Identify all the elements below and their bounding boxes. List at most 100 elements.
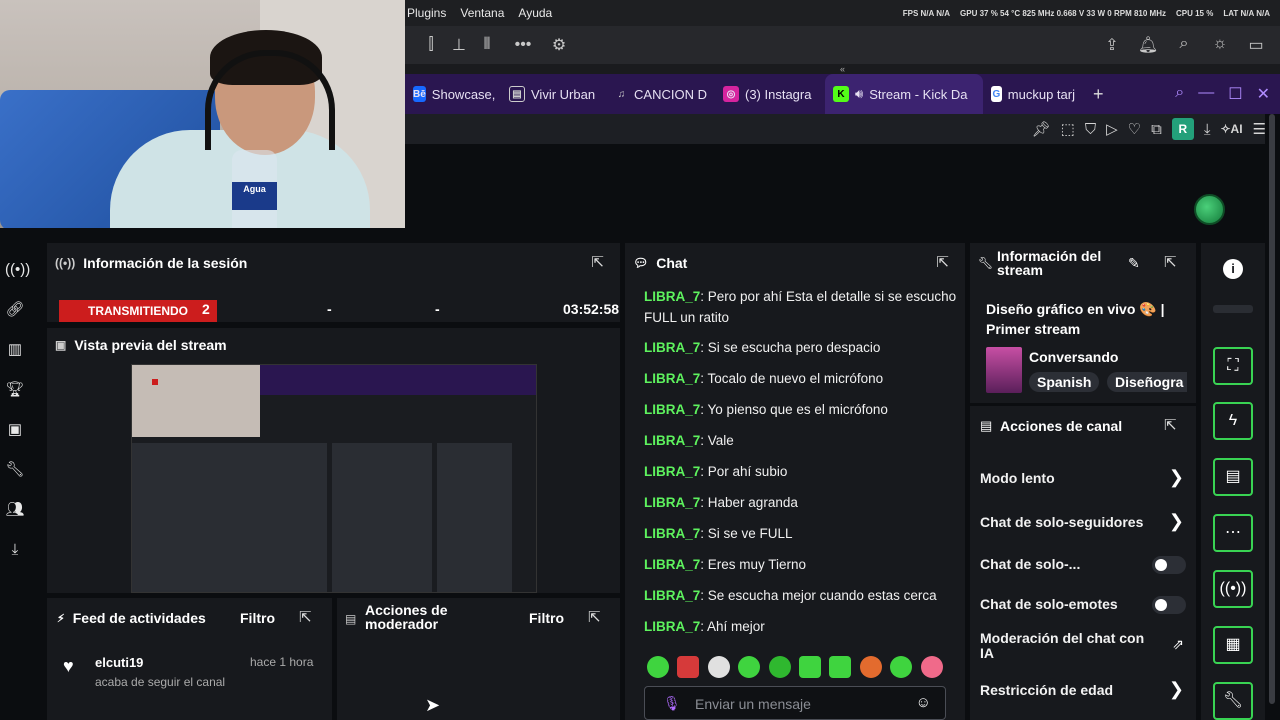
collapse-strip[interactable]: « bbox=[405, 64, 1280, 74]
chat-input[interactable]: 🎙︎ Enviar un mensaje ☺ bbox=[644, 686, 946, 720]
search-icon[interactable]: ⌕ bbox=[1170, 35, 1198, 55]
chevron-right-icon[interactable]: ❯ bbox=[1169, 467, 1184, 488]
more-icon[interactable]: ••• bbox=[509, 36, 537, 54]
popout-icon[interactable]: ⇱ bbox=[588, 608, 601, 626]
link-icon[interactable]: 🔗︎ bbox=[5, 300, 25, 320]
chat-username[interactable]: LIBRA_7 bbox=[644, 289, 700, 304]
emote-icon[interactable] bbox=[769, 656, 791, 678]
play-icon[interactable]: ▷ bbox=[1106, 120, 1118, 138]
action-age-restriction[interactable]: Restricción de edad bbox=[980, 682, 1186, 698]
chat-username[interactable]: LIBRA_7 bbox=[644, 402, 700, 417]
emote-icon[interactable] bbox=[890, 656, 912, 678]
action-followers-only[interactable]: Chat de solo-seguidores bbox=[980, 514, 1186, 530]
popout-icon[interactable]: ⇱ bbox=[299, 608, 312, 626]
users-icon[interactable]: 👥︎ bbox=[5, 500, 25, 520]
emote-icon[interactable] bbox=[738, 656, 760, 678]
chevron-right-icon[interactable]: ❯ bbox=[1169, 511, 1184, 532]
chat-username[interactable]: LIBRA_7 bbox=[644, 619, 700, 634]
category-thumbnail[interactable] bbox=[986, 347, 1022, 393]
download-icon[interactable]: ⤓ bbox=[1204, 121, 1211, 138]
pin-icon[interactable]: 📌︎ bbox=[1032, 120, 1051, 138]
category-name[interactable]: Conversando bbox=[1029, 349, 1118, 365]
window-icon[interactable]: ▭ bbox=[1242, 35, 1270, 55]
wrench-icon[interactable]: 🔧︎ bbox=[1213, 682, 1253, 720]
chat-username[interactable]: LIBRA_7 bbox=[644, 433, 700, 448]
broadcast-icon[interactable]: ((•)) bbox=[1213, 570, 1253, 608]
info-icon[interactable]: i bbox=[1223, 259, 1243, 279]
profile-badge[interactable]: R bbox=[1171, 118, 1194, 140]
puzzle-icon[interactable]: ⧉ bbox=[1151, 121, 1162, 138]
ai-button[interactable]: ✧AI bbox=[1220, 122, 1242, 136]
tab-vivir-urban[interactable]: ▤ Vivir Urban bbox=[501, 74, 607, 114]
emote-icon[interactable] bbox=[799, 656, 821, 678]
film-icon[interactable]: ▦ bbox=[1213, 626, 1253, 664]
tab-google[interactable]: G muckup tarj bbox=[983, 74, 1083, 114]
distribute-icon[interactable]: ⫴ bbox=[473, 36, 501, 54]
download-icon[interactable]: ⤓ bbox=[5, 540, 25, 560]
microphone-icon[interactable]: 🎙︎ bbox=[663, 695, 681, 712]
emote-icon[interactable] bbox=[829, 656, 851, 678]
emote-icon[interactable] bbox=[860, 656, 882, 678]
emote-icon[interactable] bbox=[921, 656, 943, 678]
tab-instagram[interactable]: ◎ (3) Instagra bbox=[715, 74, 825, 114]
filter-button[interactable]: Filtro bbox=[240, 610, 275, 626]
preview-video[interactable] bbox=[131, 364, 537, 593]
tag-chip[interactable]: Diseñogra bbox=[1107, 372, 1187, 392]
gear-icon[interactable]: ⚙ bbox=[545, 35, 573, 55]
subs-only-toggle[interactable] bbox=[1152, 556, 1186, 574]
page-scrollbar[interactable] bbox=[1265, 114, 1280, 720]
menu-plugins[interactable]: Plugins bbox=[407, 6, 446, 20]
new-tab-icon[interactable]: + bbox=[1093, 84, 1104, 105]
chat-username[interactable]: LIBRA_7 bbox=[644, 340, 700, 355]
chat-username[interactable]: LIBRA_7 bbox=[644, 464, 700, 479]
scrollbar-thumb[interactable] bbox=[1269, 114, 1275, 704]
bolt-icon[interactable]: ϟ bbox=[1213, 402, 1253, 440]
tab-cancion[interactable]: ♫ CANCION D bbox=[607, 74, 715, 114]
chat-username[interactable]: LIBRA_7 bbox=[644, 557, 700, 572]
screenshot-icon[interactable]: ⬚ bbox=[1061, 120, 1075, 138]
menu-ayuda[interactable]: Ayuda bbox=[518, 6, 552, 20]
popout-icon[interactable]: ⇱ bbox=[1164, 253, 1177, 271]
chat-username[interactable]: LIBRA_7 bbox=[644, 588, 700, 603]
tab-kick-stream[interactable]: K 🔊︎ Stream - Kick Da bbox=[825, 74, 983, 114]
share-icon[interactable]: ⇪ bbox=[1098, 35, 1126, 55]
shield-icon[interactable]: ⛉ bbox=[1085, 121, 1096, 138]
action-ai-moderation[interactable]: Moderación del chat con IA bbox=[980, 631, 1160, 661]
bell-icon[interactable]: 🔔︎ bbox=[1134, 35, 1162, 55]
wrench-icon[interactable]: 🔧︎ bbox=[5, 460, 25, 480]
filter-button[interactable]: Filtro bbox=[529, 610, 564, 626]
broadcast-icon[interactable]: ((•)) bbox=[5, 260, 30, 280]
bulb-icon[interactable]: ☼ bbox=[1206, 35, 1234, 55]
emoji-icon[interactable]: ☺ bbox=[916, 694, 931, 711]
emote-icon[interactable] bbox=[677, 656, 699, 678]
avatar[interactable] bbox=[1194, 194, 1225, 225]
popout-icon[interactable]: ⇱ bbox=[936, 253, 949, 271]
minimize-icon[interactable]: — bbox=[1198, 84, 1214, 104]
chat-bubble-icon[interactable]: ⋯ bbox=[1213, 514, 1253, 552]
maximize-icon[interactable]: ☐ bbox=[1228, 84, 1242, 104]
close-icon[interactable]: ✕ bbox=[1257, 84, 1270, 104]
heart-icon[interactable]: ♡ bbox=[1128, 120, 1141, 138]
clip-icon[interactable]: ⛶ bbox=[1213, 347, 1253, 385]
video-icon[interactable]: ▣ bbox=[5, 420, 25, 440]
menu-ventana[interactable]: Ventana bbox=[460, 6, 504, 20]
align-bottom-icon[interactable]: ⊥ bbox=[445, 35, 473, 55]
popout-icon[interactable]: ⇱ bbox=[591, 253, 604, 271]
emote-icon[interactable] bbox=[708, 656, 730, 678]
menu-icon[interactable]: ☰ bbox=[1253, 120, 1266, 138]
action-slow-mode[interactable]: Modo lento bbox=[980, 470, 1186, 486]
chat-username[interactable]: LIBRA_7 bbox=[644, 526, 700, 541]
popout-icon[interactable]: ⇱ bbox=[1164, 416, 1177, 434]
tab-behance[interactable]: Bē Showcase, bbox=[405, 74, 501, 114]
search-tabs-icon[interactable]: ⌕ bbox=[1175, 84, 1184, 104]
emotes-only-toggle[interactable] bbox=[1152, 596, 1186, 614]
chart-icon[interactable]: ▥ bbox=[5, 340, 25, 360]
feed-user[interactable]: elcuti19 bbox=[95, 655, 143, 670]
chat-username[interactable]: LIBRA_7 bbox=[644, 371, 700, 386]
emote-icon[interactable] bbox=[647, 656, 669, 678]
external-link-icon[interactable]: ⇗ bbox=[1172, 636, 1184, 653]
pencil-icon[interactable]: ✎ bbox=[1128, 255, 1140, 272]
trophy-icon[interactable]: 🏆︎ bbox=[5, 380, 25, 400]
note-icon[interactable]: ▤ bbox=[1213, 458, 1253, 496]
chat-username[interactable]: LIBRA_7 bbox=[644, 495, 700, 510]
